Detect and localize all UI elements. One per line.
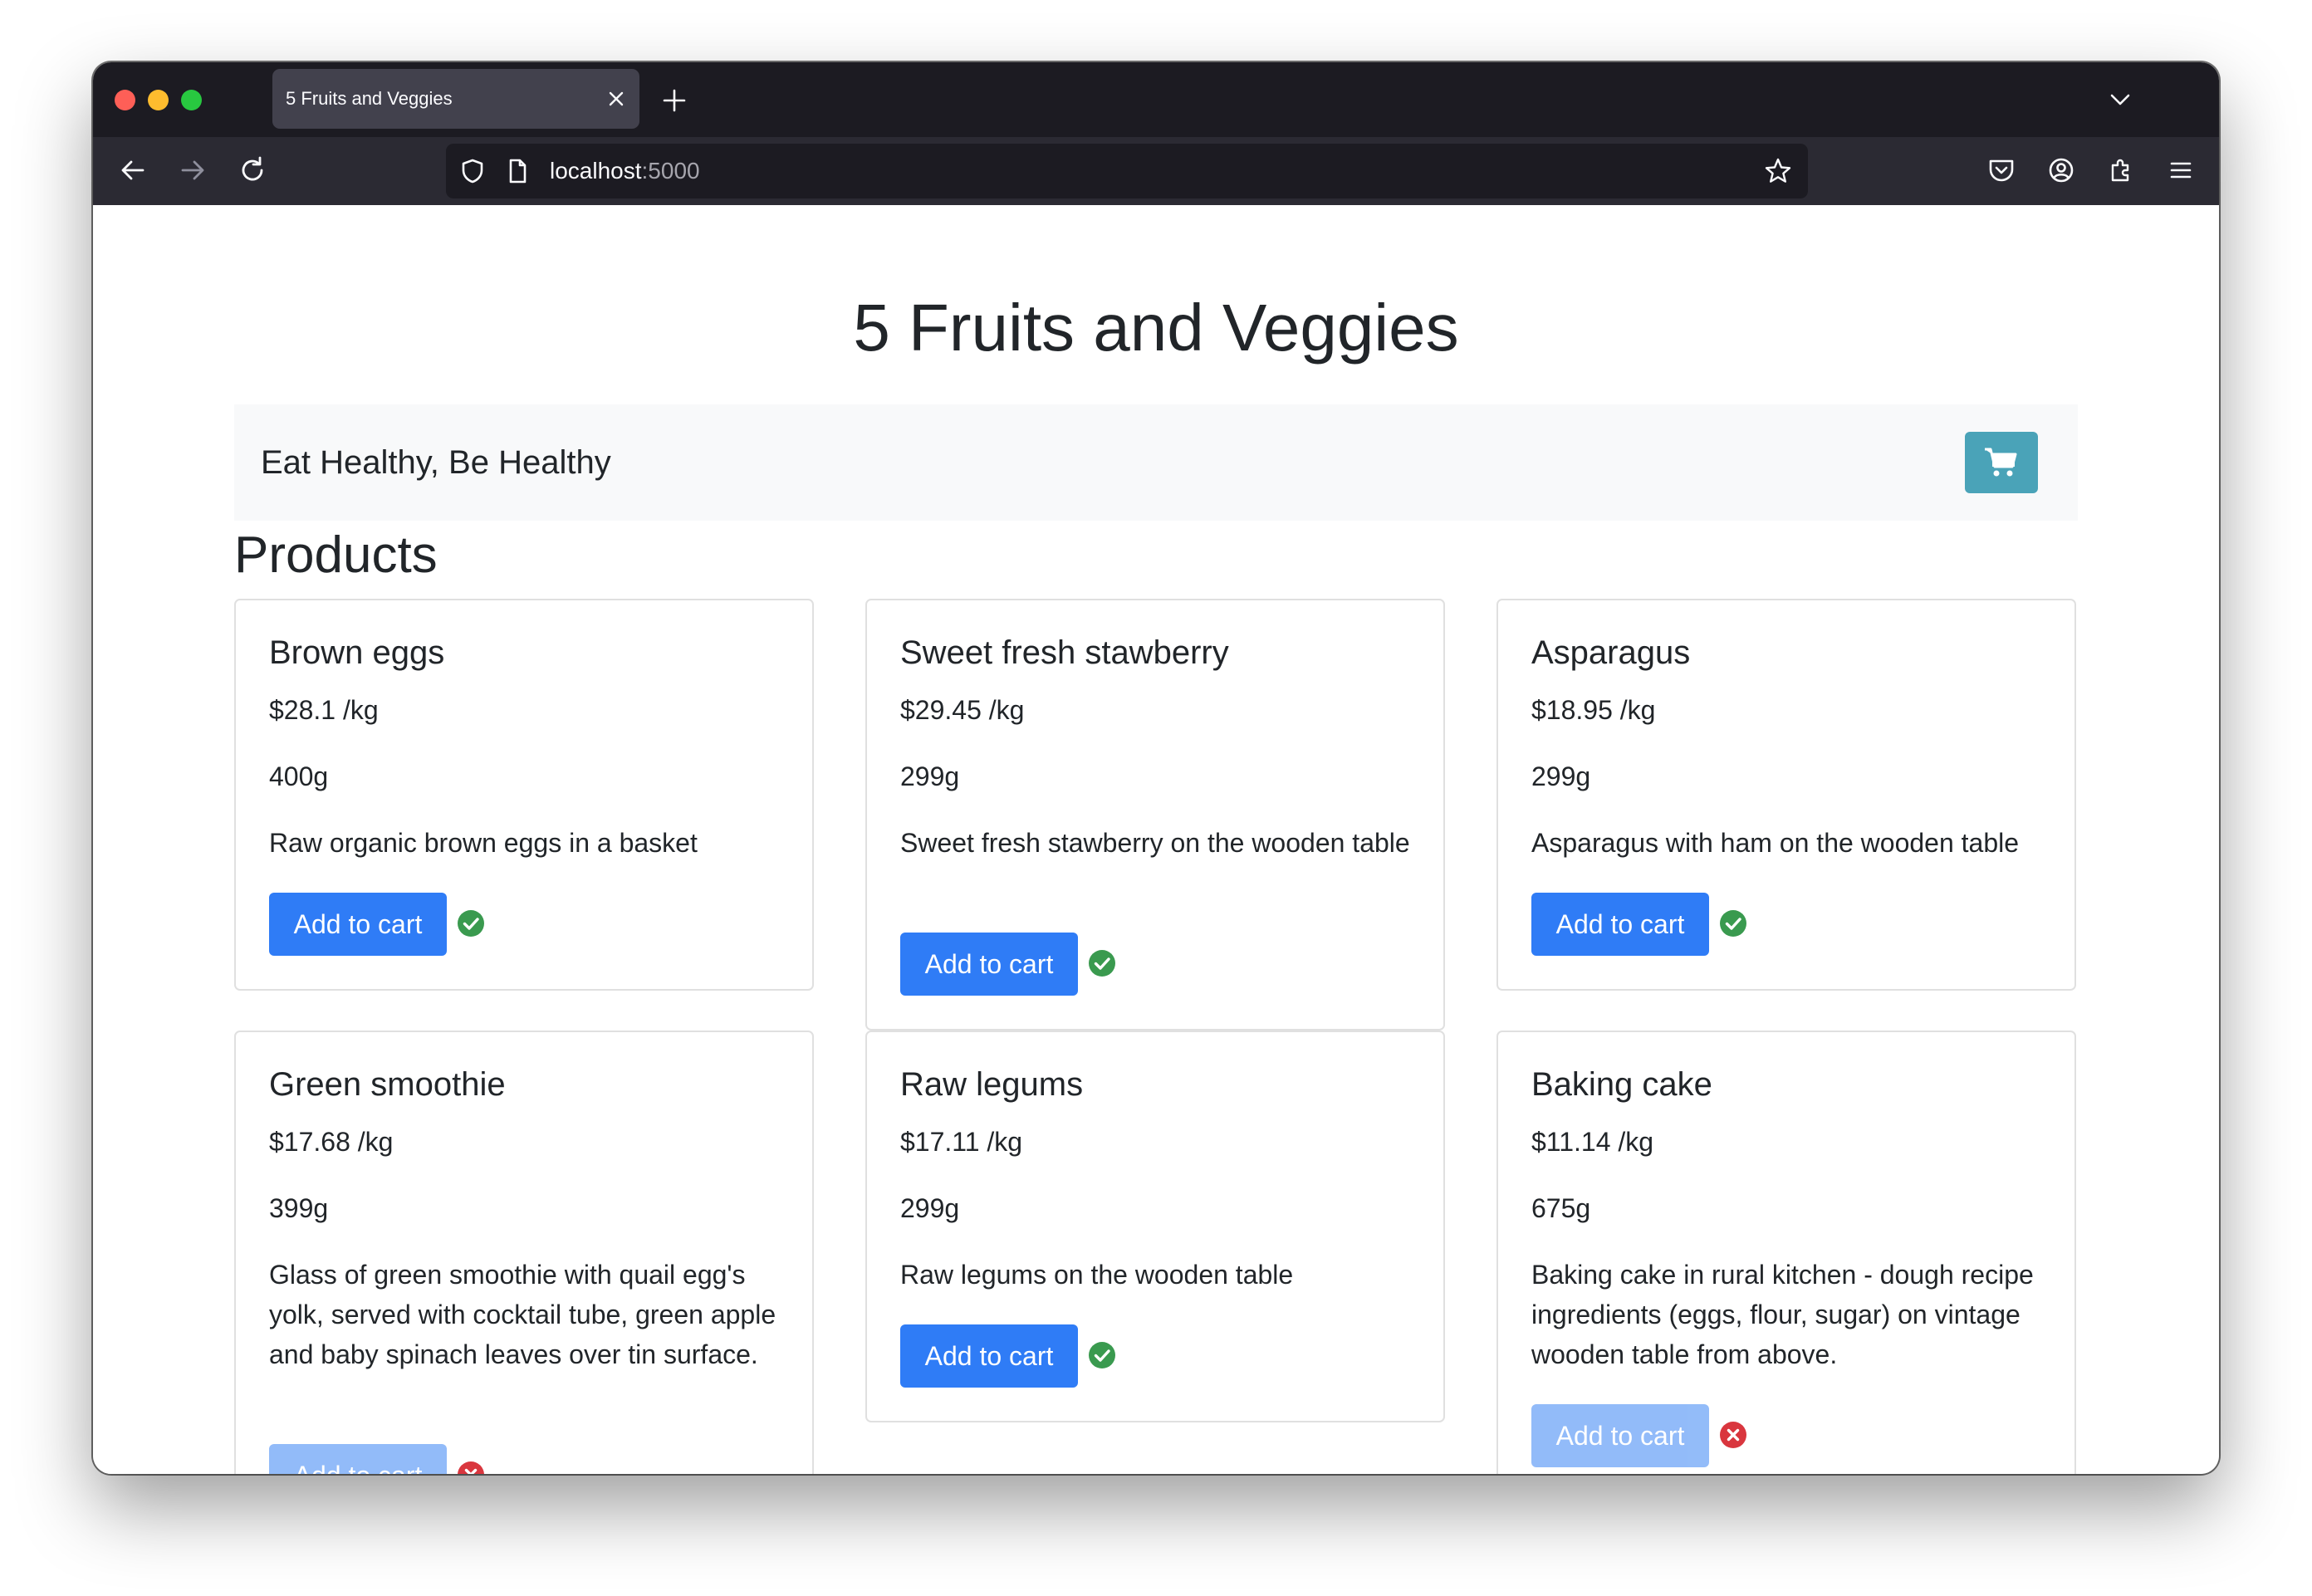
tab-strip: 5 Fruits and Veggies <box>93 62 2219 137</box>
shield-icon[interactable] <box>458 156 487 186</box>
chevron-down-icon[interactable] <box>2106 86 2134 114</box>
product-weight: 299g <box>1531 761 1591 791</box>
pocket-icon[interactable] <box>1985 154 2018 187</box>
account-icon[interactable] <box>2045 154 2078 187</box>
plus-icon[interactable] <box>659 86 689 115</box>
product-card: Green smoothie $17.68 /kg 399g Glass of … <box>234 1031 814 1474</box>
product-name: Sweet fresh stawberry <box>900 634 1229 671</box>
product-weight: 675g <box>1531 1193 1591 1223</box>
x-circle-icon <box>458 1461 484 1474</box>
products-heading: Products <box>234 526 438 584</box>
product-description: Sweet fresh stawberry on the wooden tabl… <box>900 828 1410 858</box>
product-name: Brown eggs <box>269 634 445 671</box>
x-circle-icon <box>1720 1422 1746 1448</box>
check-circle-icon <box>1089 1342 1115 1368</box>
product-weight: 400g <box>269 761 329 791</box>
product-description: Baking cake in rural kitchen - dough rec… <box>1531 1260 2034 1369</box>
product-weight: 299g <box>900 1193 960 1223</box>
product-name: Green smoothie <box>269 1066 506 1103</box>
hamburger-menu-icon[interactable] <box>2164 154 2197 187</box>
add-to-cart-button[interactable]: Add to cart <box>900 933 1078 996</box>
add-to-cart-button[interactable]: Add to cart <box>269 893 447 956</box>
add-to-cart-button[interactable]: Add to cart <box>1531 893 1709 956</box>
forward-arrow-icon[interactable] <box>176 154 209 187</box>
url-port: :5000 <box>641 158 700 184</box>
add-to-cart-button[interactable]: Add to cart <box>269 1444 447 1474</box>
product-price: $17.11 /kg <box>900 1127 1023 1157</box>
cart-icon <box>1985 448 2017 477</box>
product-description: Asparagus with ham on the wooden table <box>1531 828 2020 858</box>
cart-button[interactable] <box>1965 432 2038 493</box>
product-price: $29.45 /kg <box>900 695 1025 725</box>
product-name: Asparagus <box>1531 634 1691 671</box>
product-price: $28.1 /kg <box>269 695 379 725</box>
product-price: $17.68 /kg <box>269 1127 394 1157</box>
page-icon[interactable] <box>502 156 532 186</box>
browser-window: 5 Fruits and Veggies localhost:5000 5 Fr… <box>93 62 2219 1474</box>
add-to-cart-button[interactable]: Add to cart <box>1531 1404 1709 1467</box>
address-bar[interactable]: localhost:5000 <box>446 144 1808 198</box>
top-navbar: Eat Healthy, Be Healthy <box>234 404 2078 521</box>
product-description: Raw organic brown eggs in a basket <box>269 828 698 858</box>
product-price: $11.14 /kg <box>1531 1127 1654 1157</box>
window-close-button[interactable] <box>115 90 135 110</box>
product-name: Baking cake <box>1531 1066 1712 1103</box>
back-arrow-icon[interactable] <box>116 154 149 187</box>
tab-title: 5 Fruits and Veggies <box>286 88 453 109</box>
reload-icon[interactable] <box>236 154 269 187</box>
window-maximize-button[interactable] <box>181 90 202 110</box>
nav-toolbar: localhost:5000 <box>93 137 2219 205</box>
page-content: 5 Fruits and Veggies Eat Healthy, Be Hea… <box>93 205 2219 1474</box>
close-icon[interactable] <box>605 87 628 110</box>
product-card: Sweet fresh stawberry $29.45 /kg 299g Sw… <box>865 599 1445 1031</box>
brand-text[interactable]: Eat Healthy, Be Healthy <box>261 404 611 521</box>
star-icon[interactable] <box>1763 156 1793 186</box>
url-host: localhost <box>550 158 642 184</box>
check-circle-icon <box>1089 950 1115 977</box>
product-card: Baking cake $11.14 /kg 675g Baking cake … <box>1496 1031 2076 1474</box>
check-circle-icon <box>458 910 484 937</box>
url-text[interactable]: localhost:5000 <box>550 144 700 198</box>
extensions-icon[interactable] <box>2104 154 2138 187</box>
product-name: Raw legums <box>900 1066 1084 1103</box>
page-title: 5 Fruits and Veggies <box>853 291 1459 365</box>
add-to-cart-button[interactable]: Add to cart <box>900 1324 1078 1388</box>
browser-tab[interactable]: 5 Fruits and Veggies <box>272 69 639 129</box>
product-card: Brown eggs $28.1 /kg 400g Raw organic br… <box>234 599 814 991</box>
product-weight: 399g <box>269 1193 329 1223</box>
product-price: $18.95 /kg <box>1531 695 1656 725</box>
product-card: Raw legums $17.11 /kg 299g Raw legums on… <box>865 1031 1445 1422</box>
window-minimize-button[interactable] <box>148 90 169 110</box>
product-weight: 299g <box>900 761 960 791</box>
product-card: Asparagus $18.95 /kg 299g Asparagus with… <box>1496 599 2076 991</box>
product-description: Raw legums on the wooden table <box>900 1260 1294 1290</box>
check-circle-icon <box>1720 910 1746 937</box>
product-description: Glass of green smoothie with quail egg's… <box>269 1260 776 1369</box>
